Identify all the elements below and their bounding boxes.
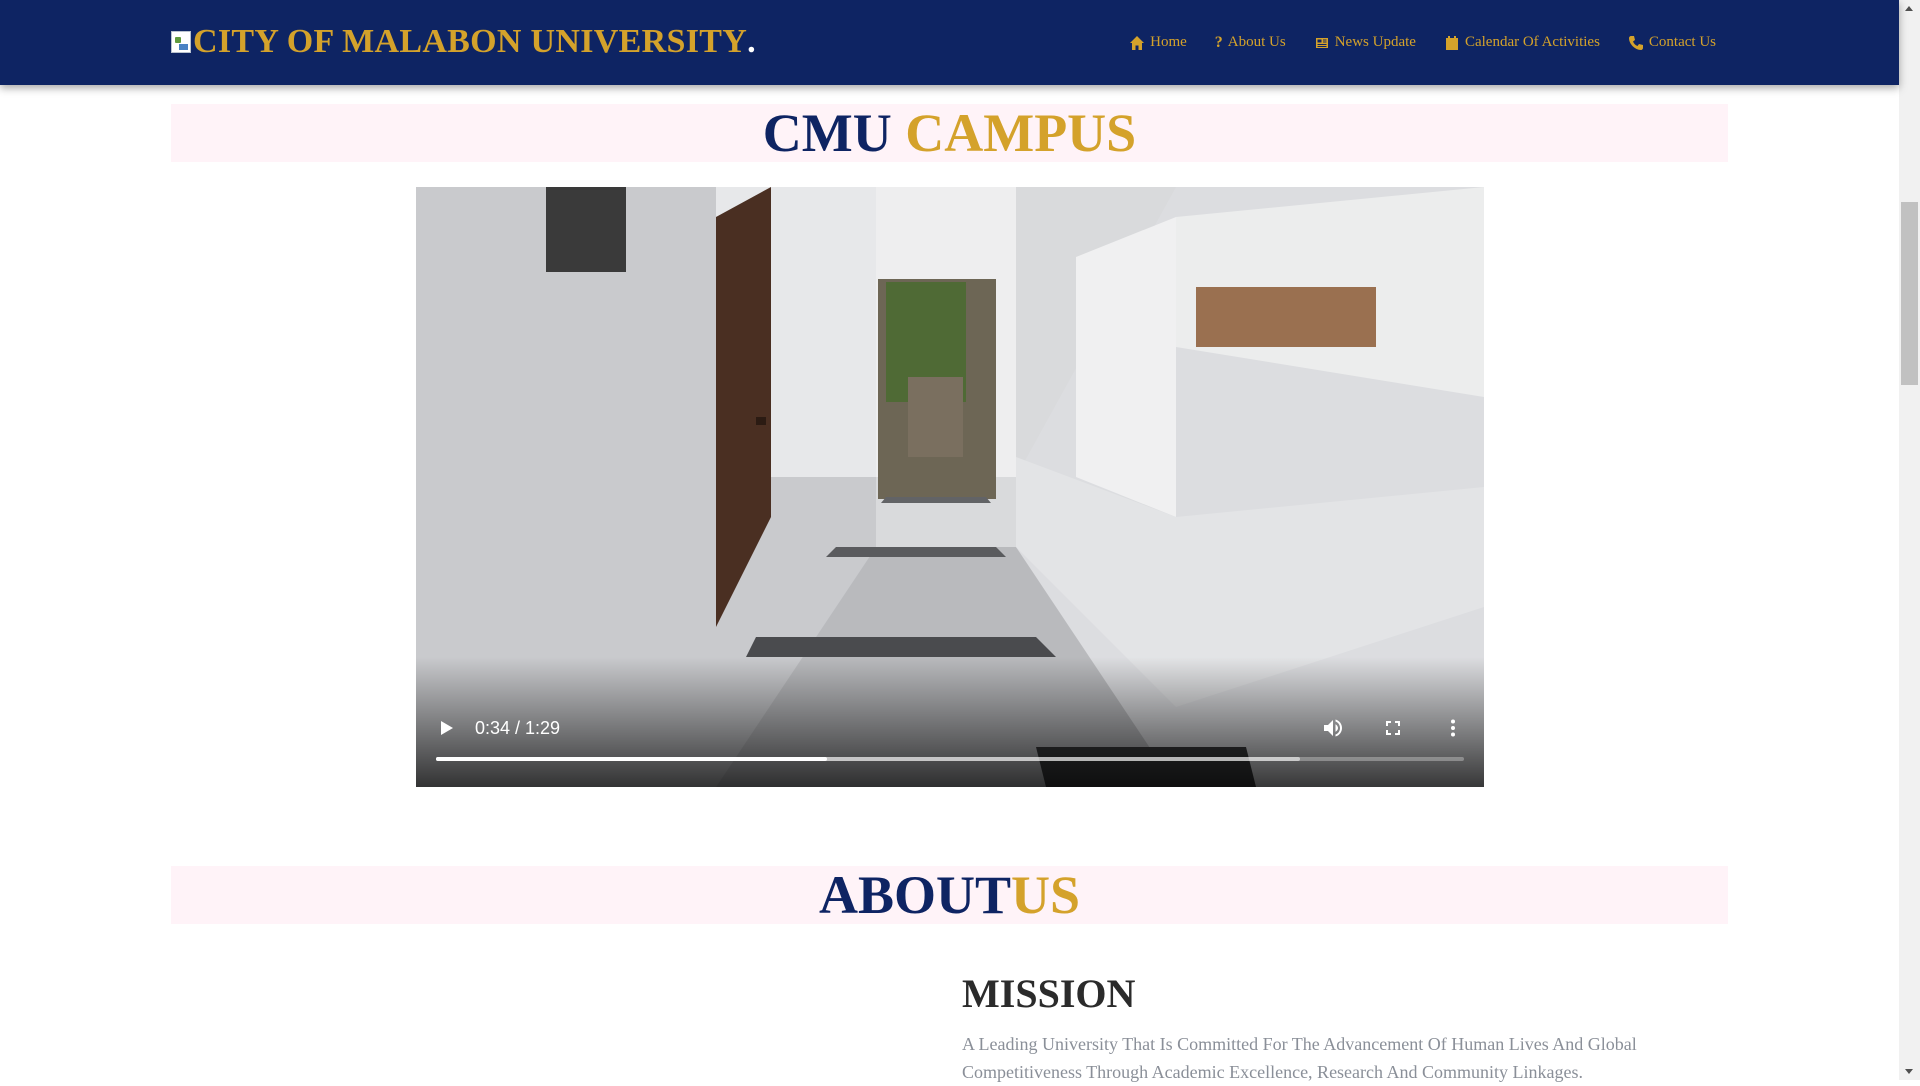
campus-title-part2: CAMPUS xyxy=(905,103,1137,163)
play-icon xyxy=(441,721,453,735)
fullscreen-button[interactable] xyxy=(1381,716,1405,740)
campus-section-title: CMU CAMPUS xyxy=(171,104,1728,162)
scroll-up-arrow-icon[interactable] xyxy=(1899,0,1920,17)
play-button[interactable] xyxy=(434,716,458,740)
nav-contact-us-label: Contact Us xyxy=(1648,34,1716,50)
nav-news-update[interactable]: News Update xyxy=(1314,34,1416,51)
more-options-button[interactable] xyxy=(1441,716,1465,740)
newspaper-icon xyxy=(1315,37,1328,48)
more-vertical-icon xyxy=(1451,719,1455,737)
phone-icon xyxy=(1628,35,1643,50)
home-icon xyxy=(1130,35,1145,50)
video-played-bar xyxy=(436,757,827,761)
campus-video-player[interactable]: 0:34 / 1:29 xyxy=(416,187,1484,787)
mission-text: A Leading University That Is Committed F… xyxy=(962,1034,1637,1082)
nav-calendar-label: Calendar Of Activities xyxy=(1464,34,1600,50)
brand-logo[interactable]: CITY OF MALABON UNIVERSITY. xyxy=(171,20,756,64)
video-progress-bar[interactable] xyxy=(436,757,1464,761)
main-nav: Home ? About Us News Update Calendar Of … xyxy=(1129,0,1716,85)
about-section-title: ABOUTUS xyxy=(171,866,1728,924)
scroll-down-arrow-icon[interactable] xyxy=(1899,1063,1920,1080)
brand-dot: . xyxy=(747,23,756,60)
navbar: CITY OF MALABON UNIVERSITY. Home ? About… xyxy=(0,0,1899,85)
about-title-part2: US xyxy=(1011,865,1081,925)
nav-contact-us[interactable]: Contact Us xyxy=(1628,34,1716,51)
volume-icon xyxy=(1324,719,1342,737)
broken-image-icon xyxy=(171,31,191,53)
nav-about-us[interactable]: ? About Us xyxy=(1215,34,1286,52)
page-scrollbar[interactable] xyxy=(1899,0,1920,1080)
video-time: 0:34 / 1:29 xyxy=(475,718,561,738)
about-title-part1: ABOUT xyxy=(818,865,1011,925)
volume-button[interactable] xyxy=(1321,716,1345,740)
fullscreen-icon xyxy=(1386,721,1400,735)
brand-name: CITY OF MALABON UNIVERSITY xyxy=(193,23,748,60)
mission-heading: MISSION xyxy=(962,971,1136,1016)
nav-news-update-label: News Update xyxy=(1334,34,1416,50)
nav-home[interactable]: Home xyxy=(1129,34,1187,51)
nav-home-label: Home xyxy=(1150,34,1187,50)
scroll-thumb[interactable] xyxy=(1901,202,1918,385)
campus-title-part1: CMU xyxy=(762,103,892,163)
calendar-icon xyxy=(1445,35,1458,50)
nav-calendar[interactable]: Calendar Of Activities xyxy=(1444,34,1600,51)
nav-about-us-label: About Us xyxy=(1227,34,1286,50)
question-icon: ? xyxy=(1214,33,1223,51)
